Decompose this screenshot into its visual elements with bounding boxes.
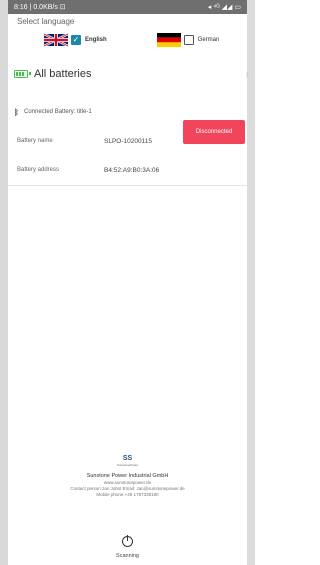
scan-label: Scanning	[116, 553, 139, 559]
status-right: ◂ ⁴ᴳ ◢◢ ▭	[207, 4, 241, 11]
german-label: German	[197, 37, 220, 43]
app-screen: 8:16 | 0.0KB/s ⊡ ◂ ⁴ᴳ ◢◢ ▭ Select langua…	[8, 0, 249, 565]
status-bar: 8:16 | 0.0KB/s ⊡ ◂ ⁴ᴳ ◢◢ ▭	[8, 0, 247, 14]
english-label: English	[85, 37, 107, 43]
power-icon[interactable]	[122, 535, 133, 547]
connection-status: Connected Battery: title-1	[24, 109, 92, 115]
chevron-right-icon: ›	[245, 69, 249, 80]
scan-control[interactable]: Scanning	[8, 534, 247, 559]
all-batteries-label: All batteries	[34, 68, 92, 80]
battery-name-value: SLPO-10200115	[104, 137, 152, 145]
right-edge	[247, 0, 255, 565]
german-option[interactable]: German	[156, 33, 220, 47]
language-label: Select language	[17, 17, 75, 26]
company-website: www.sunstonepower.de	[103, 480, 152, 485]
footer: SS SunstonePower Sunstone Power Industri…	[8, 455, 247, 497]
company-logo-sub: SunstonePower	[116, 463, 139, 467]
contact-info: Contact person:Jan Jobst Email: Jan@suns…	[70, 486, 185, 491]
battery-address-row: Battery address B4:52:A9:B0:3A:06	[17, 163, 247, 177]
battery-address-label: Battery address	[17, 167, 60, 173]
uk-flag-icon	[44, 33, 68, 47]
company-logo: SS	[122, 455, 133, 462]
german-checkbox[interactable]	[183, 35, 194, 45]
battery-address-value: B4:52:A9:B0:3A:06	[104, 166, 160, 174]
mobile-info: Mobile phone:+49 1787338180	[96, 492, 159, 497]
battery-name-label: Battery name	[17, 138, 53, 144]
germany-flag-icon	[156, 33, 181, 47]
english-checkbox[interactable]: ✓	[71, 35, 81, 45]
language-options: ✓ English German	[8, 29, 247, 51]
divider	[8, 185, 247, 186]
status-left: 8:16 | 0.0KB/s ⊡	[14, 4, 66, 11]
company-name: Sunstone Power Industrial GmbH	[86, 473, 169, 479]
bluetooth-icon: ᛒ	[14, 107, 19, 117]
english-option[interactable]: ✓ English	[44, 33, 107, 47]
all-batteries-row[interactable]: All batteries ›	[14, 66, 249, 82]
disconnect-button[interactable]: Disconnected	[183, 120, 245, 144]
left-edge	[0, 0, 8, 565]
battery-icon	[14, 70, 31, 78]
